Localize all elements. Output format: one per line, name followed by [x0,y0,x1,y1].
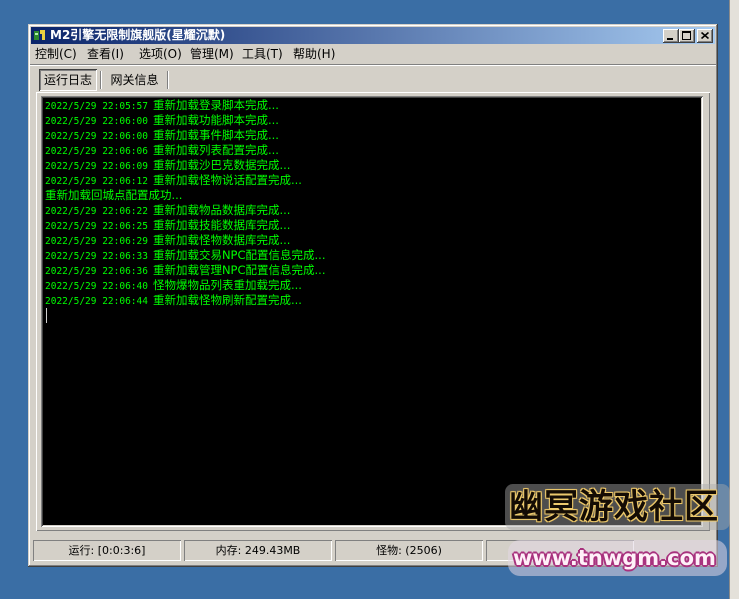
log-timestamp: 2022/5/29 22:06:40 [45,281,148,292]
status-memory: 内存: 249.43MB [184,540,332,561]
log-timestamp: 2022/5/29 22:06:33 [45,251,148,262]
log-timestamp: 2022/5/29 22:06:06 [45,146,148,157]
watermark-url: www.tnwgm.com [513,546,716,570]
log-message: 重新加载怪物数据库完成... [152,233,291,247]
tab-run-log[interactable]: 运行日志 [39,69,97,91]
menu-view[interactable]: 查看(I) [85,45,126,63]
status-monsters: 怪物: (2506) [335,540,483,561]
menu-separator [30,64,716,66]
log-message: 重新加载沙巴克数据完成... [152,158,291,172]
log-message: 重新加载交易NPC配置信息完成... [152,248,326,262]
log-timestamp: 2022/5/29 22:06:29 [45,236,148,247]
maximize-icon [682,31,691,40]
log-message: 重新加载技能数据库完成... [152,218,291,232]
text-caret [46,308,47,323]
minimize-icon [667,38,673,40]
log-message: 重新加载事件脚本完成... [152,128,279,142]
close-button[interactable] [697,29,713,43]
maximize-button[interactable] [679,29,695,43]
menu-bar: 控制(C) 查看(I) 选项(O) 管理(M) 工具(T) 帮助(H) [31,45,715,63]
log-timestamp: 2022/5/29 22:06:22 [45,206,148,217]
log-message: 重新加载登录脚本完成... [152,98,279,112]
menu-options[interactable]: 选项(O) [137,45,184,63]
log-line: 2022/5/29 22:06:33 重新加载交易NPC配置信息完成... [45,248,703,263]
tab-separator [167,71,169,89]
close-icon [701,32,709,39]
log-timestamp: 2022/5/29 22:06:00 [45,116,148,127]
status-uptime: 运行: [0:0:3:6] [33,540,181,561]
log-line: 2022/5/29 22:06:00 重新加载功能脚本完成... [45,113,703,128]
log-line: 2022/5/29 22:06:36 重新加载管理NPC配置信息完成... [45,263,703,278]
log-timestamp: 2022/5/29 22:06:25 [45,221,148,232]
log-line: 2022/5/29 22:06:40 怪物爆物品列表重加载完成... [45,278,703,293]
title-bar[interactable]: M2引擎无限制旗舰版(星耀沉默) [31,27,715,44]
log-timestamp: 2022/5/29 22:06:36 [45,266,148,277]
window-title: M2引擎无限制旗舰版(星耀沉默) [50,28,226,42]
tab-gateway-info[interactable]: 网关信息 [103,69,166,91]
log-timestamp: 2022/5/29 22:06:44 [45,296,148,307]
log-message: 重新加载管理NPC配置信息完成... [152,263,326,277]
menu-manage[interactable]: 管理(M) [188,45,236,63]
log-timestamp: 2022/5/29 22:06:09 [45,161,148,172]
log-message: 重新加载物品数据库完成... [152,203,291,217]
log-timestamp: 2022/5/29 22:06:12 [45,176,148,187]
log-message: 重新加载回城点配置成功... [45,188,183,202]
log-message: 重新加载列表配置完成... [152,143,279,157]
log-line: 2022/5/29 22:06:44 重新加载怪物刷新配置完成... [45,293,703,308]
log-panel: 2022/5/29 22:05:57 重新加载登录脚本完成... 2022/5/2… [36,92,710,531]
log-message: 重新加载怪物刷新配置完成... [152,293,302,307]
log-output[interactable]: 2022/5/29 22:05:57 重新加载登录脚本完成... 2022/5/2… [41,96,703,527]
log-line: 2022/5/29 22:06:09 重新加载沙巴克数据完成... [45,158,703,173]
log-line: 2022/5/29 22:06:29 重新加载怪物数据库完成... [45,233,703,248]
log-message: 重新加载怪物说话配置完成... [152,173,302,187]
log-line: 2022/5/29 22:06:22 重新加载物品数据库完成... [45,203,703,218]
log-message: 怪物爆物品列表重加载完成... [152,278,302,292]
log-line: 2022/5/29 22:06:06 重新加载列表配置完成... [45,143,703,158]
log-line: 2022/5/29 22:05:57 重新加载登录脚本完成... [45,98,703,113]
tab-separator [100,71,102,89]
minimize-button[interactable] [663,29,679,43]
watermark-site-name: 幽冥游戏社区 [509,487,719,527]
adjacent-window-edge [729,0,739,599]
log-message: 重新加载功能脚本完成... [152,113,279,127]
menu-help[interactable]: 帮助(H) [291,45,337,63]
log-timestamp: 2022/5/29 22:05:57 [45,101,148,112]
log-timestamp: 2022/5/29 22:06:00 [45,131,148,142]
app-icon[interactable] [33,28,47,42]
log-line: 2022/5/29 22:06:00 重新加载事件脚本完成... [45,128,703,143]
log-line: 重新加载回城点配置成功... [45,188,703,203]
log-line: 2022/5/29 22:06:12 重新加载怪物说话配置完成... [45,173,703,188]
menu-tools[interactable]: 工具(T) [240,45,285,63]
menu-control[interactable]: 控制(C) [33,45,79,63]
log-line: 2022/5/29 22:06:25 重新加载技能数据库完成... [45,218,703,233]
watermark-logo: 幽冥游戏社区 www.tnwgm.com [505,484,730,577]
